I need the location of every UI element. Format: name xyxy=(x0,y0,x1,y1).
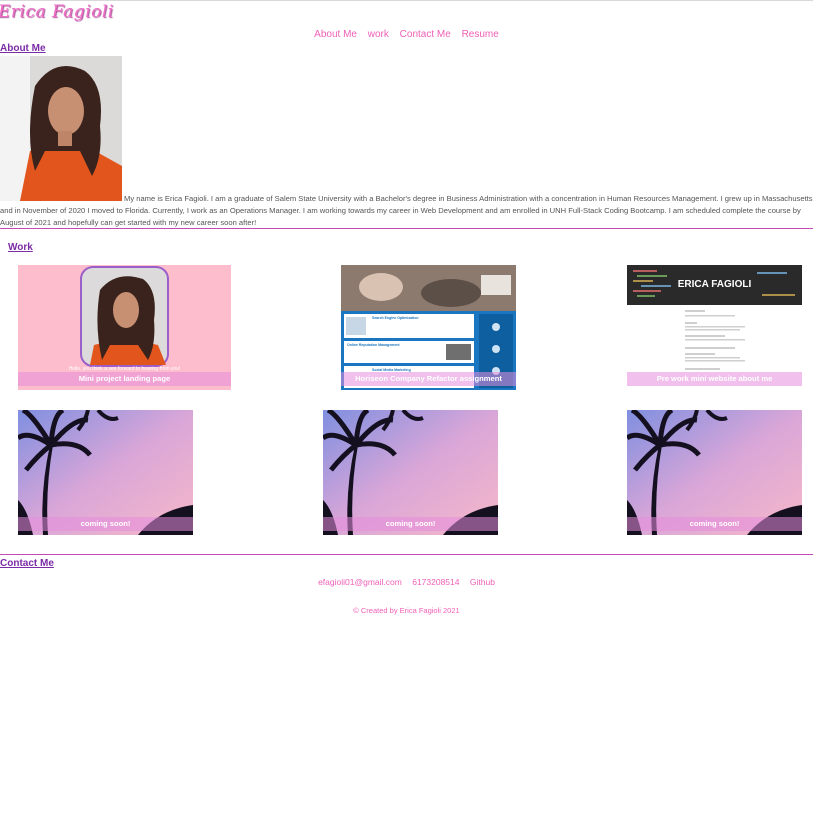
project-caption: Horiseon Company Refactor assignment xyxy=(341,372,516,386)
phone-link[interactable]: 6173208514 xyxy=(412,577,459,587)
project-caption: Pre work mini website about me xyxy=(627,372,802,386)
nav-work[interactable]: work xyxy=(368,29,389,40)
contact-links: efagioli01@gmail.com 6173208514 Github xyxy=(0,577,813,587)
thumbnail-text: Online Reputation Management xyxy=(347,343,400,347)
thumbnail-title: ERICA FAGIOLI xyxy=(677,279,752,290)
profile-photo xyxy=(0,56,122,201)
project-caption: coming soon! xyxy=(627,517,802,531)
project-card-landing-page[interactable]: Hello, you think a see forward to hearin… xyxy=(18,265,231,390)
top-border xyxy=(0,0,813,1)
site-logo[interactable]: Erica Fagioli xyxy=(0,2,114,22)
main-nav: About Me work Contact Me Resume xyxy=(0,29,813,40)
footer-copyright: © Created by Erica Fagioli 2021 xyxy=(353,606,460,615)
nav-about-me[interactable]: About Me xyxy=(314,29,357,40)
nav-resume[interactable]: Resume xyxy=(462,29,499,40)
github-link[interactable]: Github xyxy=(470,577,495,587)
project-card-pre-work[interactable]: ERICA FAGIOLI Pre work mini website abou… xyxy=(627,265,802,390)
contact-heading[interactable]: Contact Me xyxy=(0,558,54,569)
work-heading[interactable]: Work xyxy=(8,242,33,253)
email-link[interactable]: efagioli01@gmail.com xyxy=(318,577,402,587)
project-caption: coming soon! xyxy=(18,517,193,531)
nav-contact-me[interactable]: Contact Me xyxy=(400,29,451,40)
project-card-coming-soon[interactable]: coming soon! xyxy=(627,410,802,535)
project-card-horiseon[interactable]: Search Engine Optimization Online Reputa… xyxy=(341,265,516,390)
project-caption: coming soon! xyxy=(323,517,498,531)
about-text: My name is Erica Fagioli. I am a graduat… xyxy=(0,194,813,227)
thumbnail-text: Search Engine Optimization xyxy=(372,316,419,320)
about-heading[interactable]: About Me xyxy=(0,43,46,54)
divider xyxy=(0,228,813,229)
project-card-coming-soon[interactable]: coming soon! xyxy=(18,410,193,535)
divider xyxy=(0,554,813,555)
project-card-coming-soon[interactable]: coming soon! xyxy=(323,410,498,535)
project-caption: Mini project landing page xyxy=(18,372,231,386)
